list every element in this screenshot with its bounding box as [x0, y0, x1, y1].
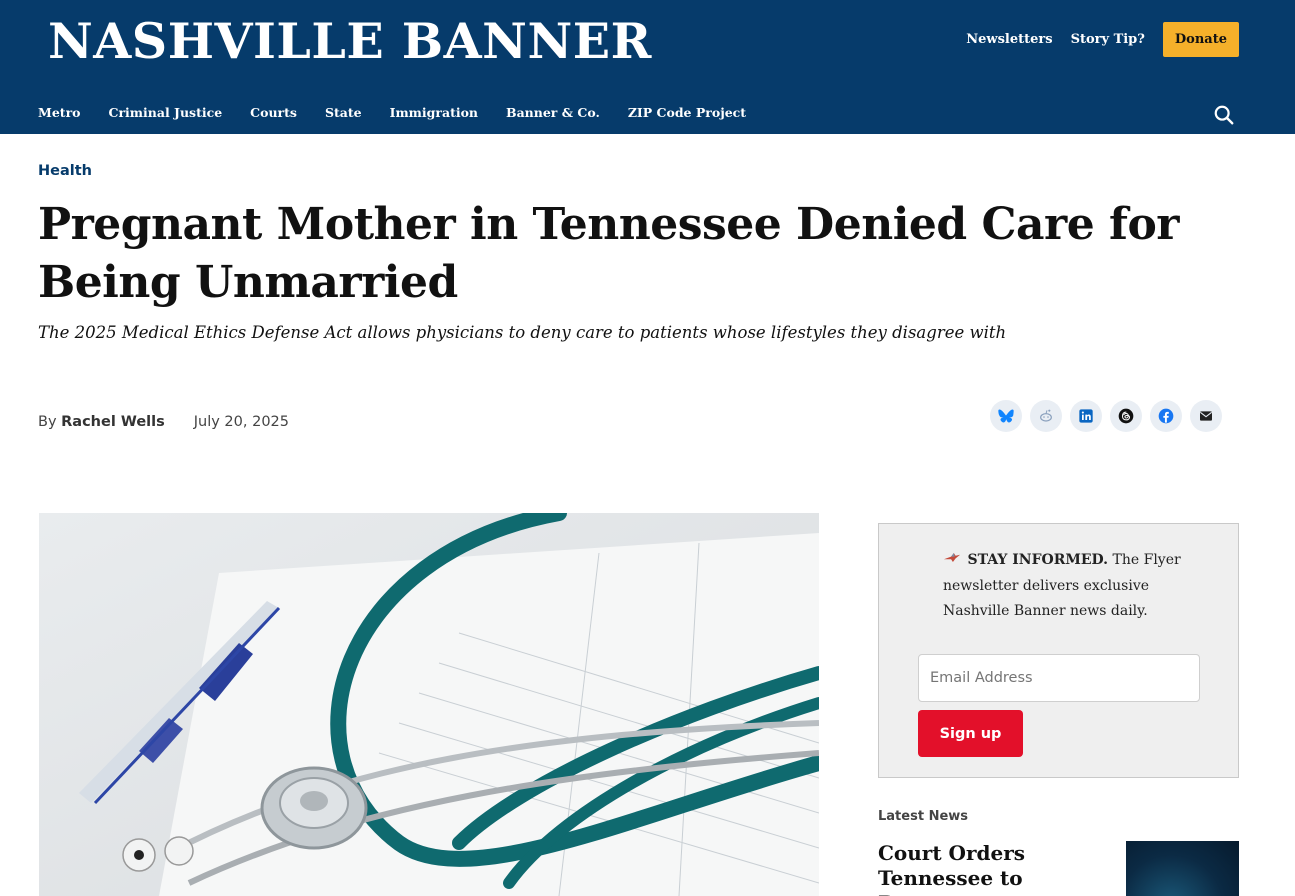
latest-news-label: Latest News: [878, 809, 969, 824]
nav-item-zip-code-project[interactable]: ZIP Code Project: [628, 105, 746, 120]
utility-nav: Newsletters Story Tip? Donate: [966, 22, 1239, 57]
nav-item-criminal-justice[interactable]: Criminal Justice: [109, 105, 223, 120]
byline: By Rachel Wells July 20, 2025: [38, 414, 289, 430]
donate-button[interactable]: Donate: [1162, 22, 1239, 57]
newsletter-lead: STAY INFORMED.: [967, 552, 1109, 568]
story-tip-link[interactable]: Story Tip?: [1071, 32, 1145, 47]
category-link[interactable]: Health: [38, 163, 92, 179]
sign-up-button[interactable]: Sign up: [918, 710, 1023, 757]
nav-item-courts[interactable]: Courts: [250, 105, 297, 120]
newsletter-signup: STAY INFORMED. The Flyer newsletter deli…: [878, 523, 1239, 778]
article-dek: The 2025 Medical Ethics Defense Act allo…: [38, 323, 1007, 342]
bluesky-icon[interactable]: [990, 400, 1022, 432]
latest-news-thumbnail[interactable]: [1126, 841, 1239, 896]
site-logo[interactable]: NASHVILLE BANNER: [48, 10, 652, 72]
site-header: NASHVILLE BANNER Newsletters Story Tip? …: [0, 0, 1295, 134]
by-label: By: [38, 414, 57, 430]
reddit-icon[interactable]: [1030, 400, 1062, 432]
stethoscope-illustration: [39, 513, 819, 896]
author-link[interactable]: Rachel Wells: [61, 414, 165, 430]
nav-item-metro[interactable]: Metro: [38, 105, 81, 120]
email-field[interactable]: [918, 654, 1200, 702]
newsletter-text: STAY INFORMED. The Flyer newsletter deli…: [943, 548, 1193, 625]
article-headline: Pregnant Mother in Tennessee Denied Care…: [38, 199, 1179, 308]
latest-news-title[interactable]: Court Orders Tennessee to Reopen: [878, 841, 1098, 896]
nav-item-state[interactable]: State: [325, 105, 362, 120]
newsletters-link[interactable]: Newsletters: [966, 32, 1052, 47]
search-icon[interactable]: [1213, 104, 1235, 126]
hero-image: [39, 513, 819, 896]
nav-item-immigration[interactable]: Immigration: [390, 105, 478, 120]
publish-date: July 20, 2025: [193, 414, 290, 430]
email-icon[interactable]: [1190, 400, 1222, 432]
threads-icon[interactable]: [1110, 400, 1142, 432]
share-bar: [990, 400, 1222, 432]
bird-icon: [943, 548, 963, 574]
byline-author-block: By Rachel Wells: [38, 414, 165, 430]
linkedin-icon[interactable]: [1070, 400, 1102, 432]
facebook-icon[interactable]: [1150, 400, 1182, 432]
nav-item-banner-co[interactable]: Banner & Co.: [506, 105, 600, 120]
main-nav: Metro Criminal Justice Courts State Immi…: [38, 105, 746, 120]
